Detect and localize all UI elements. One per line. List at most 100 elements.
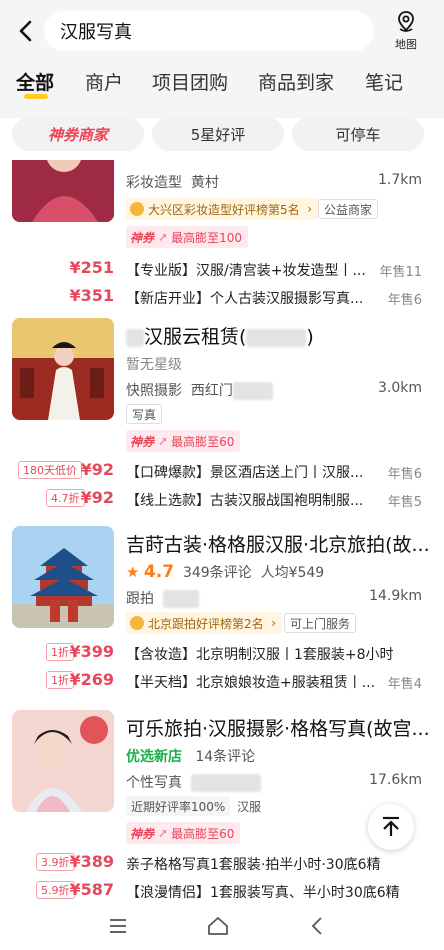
listing-card[interactable]: 彩妆造型 黄村 1.7km 大兴区彩妆造型好评榜第5名 › 公益商家 神券 ➚ 最高… (0, 160, 444, 308)
redacted-text (246, 328, 307, 347)
deal-price: ¥399 (69, 642, 114, 661)
rank-badge-text: 北京跟拍好评榜第2名 (148, 616, 264, 631)
deal-title: 【含妆造】北京明制汉服丨1套服装+8小时 (126, 647, 394, 663)
listing-tag: 汉服 (232, 796, 267, 816)
deal-price: ¥269 (69, 670, 114, 689)
listing-distance: 17.6km (369, 772, 422, 788)
tab-notes[interactable]: 笔记 (365, 68, 403, 95)
listing-avg-price: 人均¥549 (260, 565, 325, 581)
listing-thumbnail (12, 526, 114, 628)
deal-sold: 年售11 (379, 265, 422, 280)
listing-distance: 1.7km (377, 172, 422, 188)
redacted-text (190, 774, 261, 792)
promo-badge: 神券 ➚ 最高膨至100 (126, 226, 248, 248)
coupon-logo: 神券 (130, 230, 155, 245)
deal-title: 【浪漫情侣】1套服装写真、半小时30底6精 (126, 885, 400, 901)
listing-tag: 可上门服务 (284, 613, 357, 633)
rank-badge[interactable]: 北京跟拍好评榜第2名 › (126, 612, 283, 634)
deal-title: 【口碑爆款】景区酒店送上门丨汉服... (126, 465, 364, 481)
tab-all[interactable]: 全部 (16, 68, 54, 95)
deal-row[interactable]: ¥251 【专业版】汉服/清宫装+妆发造型丨... 年售11 (0, 254, 444, 282)
up-arrow-icon: ➚ (158, 230, 169, 244)
deal-price: ¥351 (69, 286, 114, 305)
listing-title: 吉莳古装·格格服汉服·北京旅拍(故... (126, 534, 430, 556)
redacted-text (232, 382, 273, 400)
deal-row[interactable]: 4.7折 ¥92 【线上选款】古装汉服战国袍明制服... 年售5 (0, 484, 444, 512)
listing-tag: 写真 (126, 404, 163, 424)
new-store-label: 优选新店 (126, 749, 182, 765)
promo-badge: 神券 ➚ 最高膨至60 (126, 430, 241, 452)
listing-tag: 近期好评率100% (126, 796, 231, 816)
deal-sold: 年售6 (387, 467, 422, 482)
listing-card[interactable]: 可乐旅拍·汉服摄影·格格写真(故宫... 优选新店 14条评论 个性写真 17.… (0, 710, 444, 902)
map-button[interactable]: 地图 (386, 10, 426, 54)
listing-area: 西红门 (190, 383, 233, 399)
listing-reviews: 349条评论 (182, 565, 252, 581)
deal-price: ¥92 (80, 488, 114, 507)
listing-distance: 3.0km (377, 380, 422, 396)
listing-thumbnail (12, 318, 114, 420)
promo-badge: 神券 ➚ 最高膨至60 (126, 822, 241, 844)
promo-text: 最高膨至60 (171, 434, 235, 449)
deal-sold: 年售6 (387, 293, 422, 308)
deal-row[interactable]: 1折 ¥399 【含妆造】北京明制汉服丨1套服装+8小时 (0, 638, 444, 666)
arrow-up-icon (383, 816, 399, 836)
listing-title: 汉服云租赁( (144, 326, 247, 348)
deal-title: 【半天档】北京娘娘妆造+服装租赁丨... (126, 675, 376, 691)
filter-chip-five-star[interactable]: 5星好评 (152, 117, 284, 151)
deal-row[interactable]: 5.9折 ¥587 【浪漫情侣】1套服装写真、半小时30底6精 (0, 876, 444, 902)
up-arrow-icon: ➚ (158, 434, 169, 448)
listing-category: 快照摄影 (126, 383, 182, 399)
deal-title: 亲子格格写真1套服装·拍半小时·30底6精 (126, 857, 381, 873)
discount-badge: 180天低价 (18, 461, 82, 479)
deal-price: ¥251 (69, 258, 114, 277)
deal-title: 【线上选款】古装汉服战国袍明制服... (126, 493, 364, 509)
listing-title: 可乐旅拍·汉服摄影·格格写真(故宫... (126, 718, 430, 740)
home-icon[interactable] (207, 916, 229, 940)
tab-merchants[interactable]: 商户 (85, 68, 123, 95)
listing-thumbnail (12, 160, 114, 222)
rank-badge[interactable]: 大兴区彩妆造型好评榜第5名 › (126, 198, 319, 220)
deal-price: ¥92 (80, 460, 114, 479)
map-pin-icon (398, 11, 414, 32)
back-nav-icon[interactable] (310, 916, 324, 940)
listing-tag: 公益商家 (318, 199, 379, 219)
results-list: 彩妆造型 黄村 1.7km 大兴区彩妆造型好评榜第5名 › 公益商家 神券 ➚ 最高… (0, 160, 444, 902)
filter-chip-coupon-merchant[interactable]: 神券商家 (12, 117, 144, 151)
filter-chip-parking[interactable]: 可停车 (292, 117, 424, 151)
system-nav-bar (0, 902, 444, 950)
deal-sold: 年售5 (387, 495, 422, 510)
scroll-to-top-button[interactable] (368, 804, 414, 850)
listing-category: 个性写真 (126, 775, 182, 791)
deal-row[interactable]: 3.9折 ¥389 亲子格格写真1套服装·拍半小时·30底6精 (0, 848, 444, 876)
active-tab-indicator (24, 94, 48, 99)
listing-category: 跟拍 (126, 591, 154, 607)
coupon-logo: 神券 (130, 434, 155, 449)
listing-card[interactable]: 汉服云租赁() 暂无星级 快照摄影 西红门 3.0km 写真 神券 ➚ 最高膨至60… (0, 318, 444, 518)
listing-card[interactable]: 吉莳古装·格格服汉服·北京旅拍(故... ★ 4.7 349条评论 人均¥549… (0, 526, 444, 712)
medal-icon (130, 616, 144, 630)
medal-icon (130, 202, 144, 216)
listing-area: 黄村 (190, 175, 219, 191)
rating-text: 暂无星级 (126, 357, 182, 373)
rank-badge-text: 大兴区彩妆造型好评榜第5名 (148, 202, 300, 217)
tab-home-delivery[interactable]: 商品到家 (258, 68, 334, 95)
listing-category: 彩妆造型 (126, 175, 182, 191)
back-icon[interactable] (14, 18, 40, 44)
redacted-text (126, 328, 144, 347)
deal-row[interactable]: 180天低价 ¥92 【口碑爆款】景区酒店送上门丨汉服... 年售6 (0, 456, 444, 484)
deal-price: ¥587 (69, 880, 114, 899)
redacted-text (162, 590, 199, 608)
deal-row[interactable]: 1折 ¥269 【半天档】北京娘娘妆造+服装租赁丨... 年售4 (0, 666, 444, 694)
map-label: 地图 (395, 38, 417, 51)
tab-group-deals[interactable]: 项目团购 (152, 68, 228, 95)
menu-icon[interactable] (108, 916, 128, 940)
deal-row[interactable]: ¥351 【新店开业】个人古装汉服摄影写真... 年售6 (0, 282, 444, 310)
listing-reviews: 14条评论 (195, 749, 256, 765)
listing-thumbnail (12, 710, 114, 812)
discount-badge: 4.7折 (46, 489, 85, 507)
deal-sold: 年售4 (387, 677, 422, 692)
search-query: 汉服写真 (60, 22, 132, 43)
deal-title: 【专业版】汉服/清宫装+妆发造型丨... (126, 263, 366, 279)
search-input[interactable]: 汉服写真 (44, 11, 374, 51)
